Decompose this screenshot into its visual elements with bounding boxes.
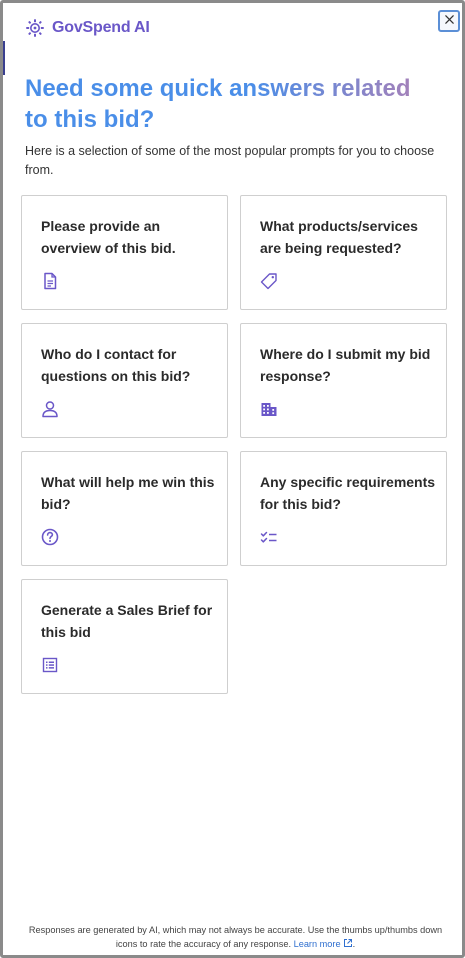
- ai-disclaimer: Responses are generated by AI, which may…: [25, 923, 446, 951]
- checklist-icon: [260, 528, 278, 546]
- prompt-card-label: Any specific requirements for this bid?: [260, 474, 436, 512]
- prompt-card-label: Please provide an overview of this bid.: [41, 218, 176, 256]
- external-link-icon: [343, 938, 353, 948]
- document-icon: [41, 272, 59, 290]
- prompt-card-label: What will help me win this bid?: [41, 474, 215, 512]
- panel-header: GovSpend AI: [25, 17, 150, 39]
- learn-more-link[interactable]: Learn more: [294, 939, 353, 949]
- panel-edge-accent: [3, 41, 5, 75]
- person-icon: [41, 400, 59, 418]
- disclaimer-period: .: [352, 939, 356, 949]
- prompt-card-win[interactable]: What will help me win this bid?: [21, 451, 228, 566]
- building-icon: [260, 400, 278, 418]
- prompt-card-products[interactable]: What products/services are being request…: [240, 195, 447, 310]
- prompt-card-label: Where do I submit my bid response?: [260, 346, 431, 384]
- disclaimer-text: Responses are generated by AI, which may…: [28, 925, 443, 949]
- prompt-card-label: Who do I contact for questions on this b…: [41, 346, 191, 384]
- prompt-card-sales-brief[interactable]: Generate a Sales Brief for this bid: [21, 579, 228, 694]
- prompt-card-contact[interactable]: Who do I contact for questions on this b…: [21, 323, 228, 438]
- brand-name: GovSpend AI: [52, 19, 150, 36]
- page-subtitle: Here is a selection of some of the most …: [25, 144, 435, 177]
- list-box-icon: [41, 656, 59, 674]
- prompt-card-label: Generate a Sales Brief for this bid: [41, 602, 213, 640]
- page-title: Need some quick answers related to this …: [25, 73, 435, 135]
- prompt-card-overview[interactable]: Please provide an overview of this bid.: [21, 195, 228, 310]
- prompt-card-submit[interactable]: Where do I submit my bid response?: [240, 323, 447, 438]
- close-icon: [444, 12, 455, 30]
- learn-more-label: Learn more: [293, 939, 341, 949]
- assistant-panel: GovSpend AI Need some quick answers rela…: [0, 0, 465, 958]
- close-button[interactable]: [438, 10, 460, 32]
- gear-sparkle-icon: [25, 18, 45, 38]
- prompt-card-requirements[interactable]: Any specific requirements for this bid?: [240, 451, 447, 566]
- question-circle-icon: [41, 528, 59, 546]
- prompt-card-label: What products/services are being request…: [260, 218, 418, 256]
- tag-icon: [260, 272, 278, 290]
